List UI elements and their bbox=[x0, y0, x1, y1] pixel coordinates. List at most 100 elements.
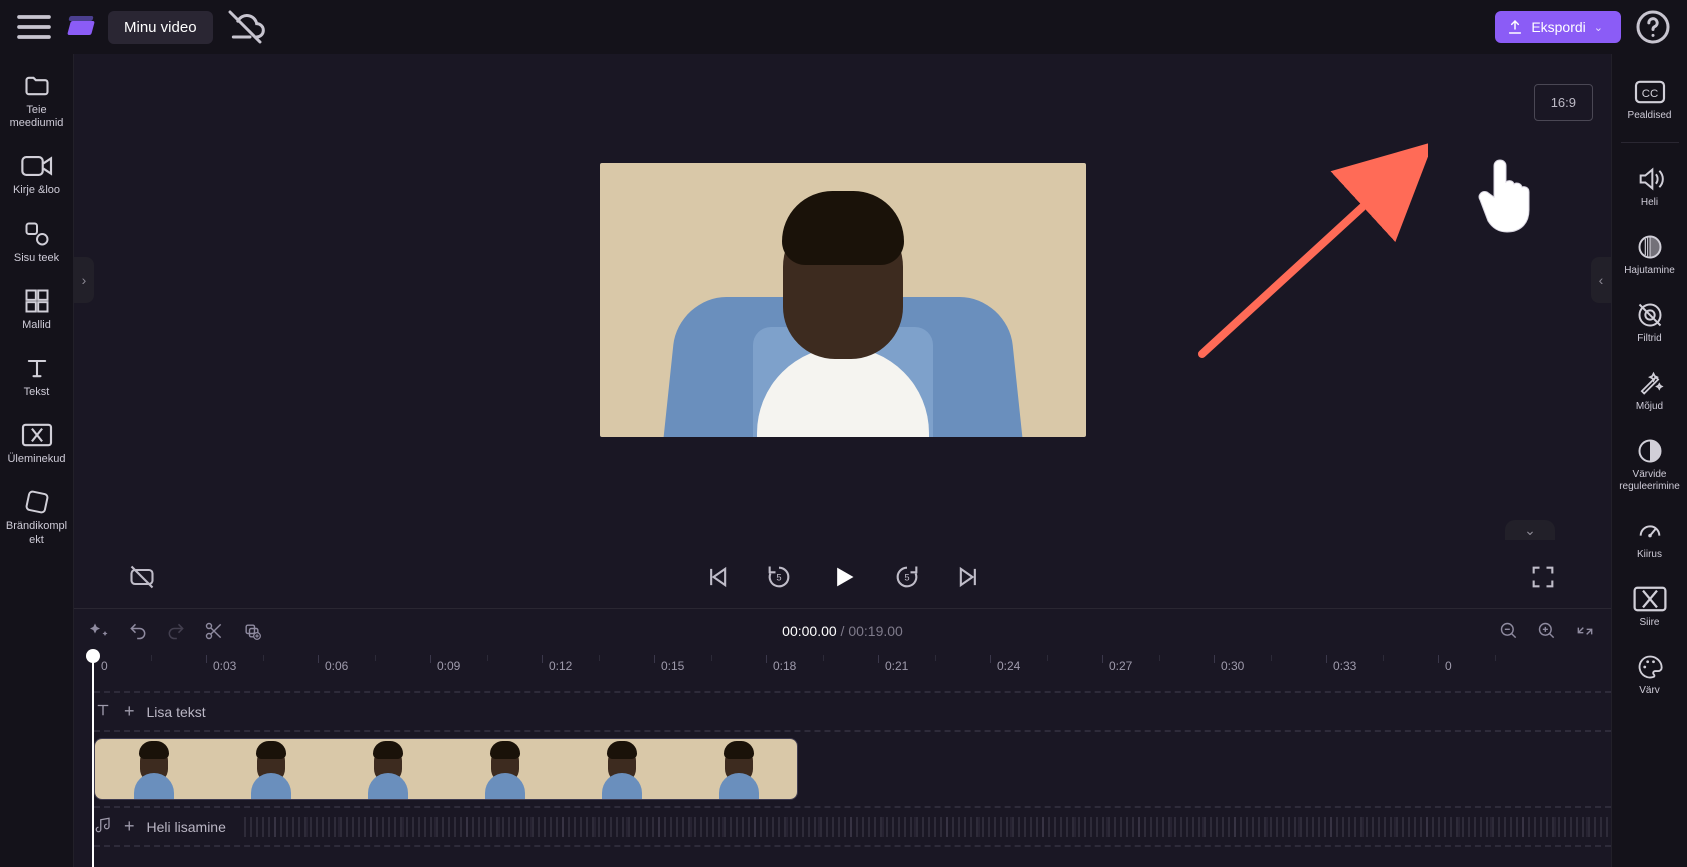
fit-timeline-button[interactable] bbox=[1575, 621, 1595, 641]
right-item-captions[interactable]: CC Pealdised bbox=[1616, 70, 1684, 130]
right-item-filters[interactable]: Filtrid bbox=[1616, 293, 1684, 353]
ruler-tick-label: 0:09 bbox=[437, 659, 460, 673]
rewind-5s-button[interactable]: 5 bbox=[765, 563, 793, 591]
ruler-tick: 0:18 bbox=[766, 655, 878, 663]
text-icon bbox=[5, 354, 69, 382]
fit-icon bbox=[1575, 621, 1595, 641]
forward-5s-button[interactable]: 5 bbox=[893, 563, 921, 591]
plus-icon: + bbox=[124, 701, 135, 722]
playhead[interactable] bbox=[86, 649, 100, 663]
sidebar-item-content-library[interactable]: Sisu teek bbox=[3, 212, 71, 273]
skip-forward-button[interactable] bbox=[955, 563, 983, 591]
right-item-label: Värv bbox=[1618, 685, 1682, 697]
right-item-effects[interactable]: Mõjud bbox=[1616, 361, 1684, 421]
fullscreen-button[interactable] bbox=[1529, 563, 1557, 591]
sidebar-item-label: Brändikomplekt bbox=[5, 520, 69, 546]
help-circle-icon bbox=[1633, 7, 1673, 47]
sidebar-item-transitions[interactable]: Üleminekud bbox=[3, 413, 71, 474]
cloud-off-icon bbox=[225, 7, 265, 47]
menu-button[interactable] bbox=[14, 7, 54, 47]
svg-text:5: 5 bbox=[776, 573, 781, 583]
visibility-off-button[interactable] bbox=[225, 7, 265, 47]
text-track[interactable]: + Lisa tekst bbox=[94, 693, 1611, 730]
ruler-tick-label: 0 bbox=[1445, 659, 1452, 673]
ruler-tick-label: 0:03 bbox=[213, 659, 236, 673]
right-item-transition[interactable]: Siire bbox=[1616, 577, 1684, 637]
ruler-tick-label: 0:18 bbox=[773, 659, 796, 673]
sidebar-item-record[interactable]: Kirje &loo bbox=[3, 144, 71, 205]
zoom-in-button[interactable] bbox=[1537, 621, 1557, 641]
folder-icon bbox=[5, 72, 69, 100]
right-item-color-adjust[interactable]: Värvide reguleerimine bbox=[1616, 429, 1684, 501]
audio-waveform bbox=[244, 817, 1611, 837]
ruler-tick-label: 0:21 bbox=[885, 659, 908, 673]
timecode-display: 00:00.00 / 00:19.00 bbox=[782, 623, 903, 639]
ruler-tick: 0:09 bbox=[430, 655, 542, 663]
hamburger-icon bbox=[14, 7, 54, 47]
right-item-label: Pealdised bbox=[1618, 110, 1682, 122]
sidebar-item-brandkit[interactable]: Brändikomplekt bbox=[3, 480, 71, 554]
speaker-icon bbox=[1618, 165, 1682, 193]
ruler-tick: 0:33 bbox=[1326, 655, 1438, 663]
sparkle-icon bbox=[90, 621, 110, 641]
skip-back-button[interactable] bbox=[703, 563, 731, 591]
ruler-tick: 0:06 bbox=[318, 655, 430, 663]
ruler-tick: 0:30 bbox=[1214, 655, 1326, 663]
redo-button[interactable] bbox=[166, 621, 186, 641]
ruler-tick-label: 0 bbox=[101, 659, 108, 673]
split-button[interactable] bbox=[204, 621, 224, 641]
annotation-arrow-icon bbox=[1196, 128, 1428, 360]
play-icon bbox=[827, 563, 859, 591]
app-logo-icon bbox=[66, 15, 96, 39]
skip-forward-icon bbox=[955, 563, 983, 591]
chevron-down-icon: ⌄ bbox=[1594, 21, 1603, 34]
expand-right-panel-button[interactable]: ‹ bbox=[1591, 257, 1611, 303]
timeline-toolbar: 00:00.00 / 00:19.00 bbox=[74, 609, 1611, 653]
right-item-fade[interactable]: Hajutamine bbox=[1616, 225, 1684, 285]
ruler-tick: 0:03 bbox=[206, 655, 318, 663]
sidebar-item-templates[interactable]: Mallid bbox=[3, 279, 71, 340]
auto-compose-button[interactable] bbox=[90, 621, 110, 641]
collapse-timeline-button[interactable]: ⌄ bbox=[1505, 520, 1555, 540]
copy-plus-icon bbox=[242, 621, 262, 641]
right-item-color[interactable]: Värv bbox=[1616, 645, 1684, 705]
audio-track[interactable]: + Heli lisamine bbox=[94, 808, 1611, 845]
duplicate-button[interactable] bbox=[242, 621, 262, 641]
help-button[interactable] bbox=[1633, 7, 1673, 47]
right-item-speed[interactable]: Kiirus bbox=[1616, 509, 1684, 569]
duration-time: 00:19.00 bbox=[848, 623, 903, 639]
ruler[interactable]: 00:030:060:090:120:150:180:210:240:270:3… bbox=[74, 653, 1611, 683]
play-button[interactable] bbox=[827, 563, 859, 591]
right-item-audio[interactable]: Heli bbox=[1616, 157, 1684, 217]
player-controls: 5 5 bbox=[74, 546, 1611, 608]
preview-canvas[interactable] bbox=[600, 163, 1086, 437]
sidebar-item-text[interactable]: Tekst bbox=[3, 346, 71, 407]
undo-icon bbox=[128, 621, 148, 641]
ruler-tick: 0:15 bbox=[654, 655, 766, 663]
left-rail: Teie meediumid Kirje &loo Sisu teek Mall… bbox=[0, 54, 74, 867]
aspect-ratio-button[interactable]: 16:9 bbox=[1534, 84, 1593, 121]
sidebar-item-label: Tekst bbox=[5, 386, 69, 399]
ruler-tick-label: 0:24 bbox=[997, 659, 1020, 673]
sidebar-item-label: Üleminekud bbox=[5, 453, 69, 466]
ruler-tick-label: 0:27 bbox=[1109, 659, 1132, 673]
project-title[interactable]: Minu video bbox=[108, 11, 213, 44]
expand-left-panel-button[interactable]: › bbox=[74, 257, 94, 303]
top-bar: Minu video Ekspordi ⌄ bbox=[0, 0, 1687, 54]
undo-button[interactable] bbox=[128, 621, 148, 641]
safe-zone-toggle-button[interactable] bbox=[128, 563, 156, 591]
zoom-out-button[interactable] bbox=[1499, 621, 1519, 641]
video-clip[interactable] bbox=[94, 738, 798, 800]
current-time: 00:00.00 bbox=[782, 623, 837, 639]
sidebar-item-media[interactable]: Teie meediumid bbox=[3, 64, 71, 138]
templates-icon bbox=[5, 287, 69, 315]
right-item-label: Hajutamine bbox=[1618, 265, 1682, 277]
export-button[interactable]: Ekspordi ⌄ bbox=[1495, 11, 1621, 43]
transition-icon bbox=[1618, 585, 1682, 613]
right-item-label: Filtrid bbox=[1618, 333, 1682, 345]
timeline-panel: 00:00.00 / 00:19.00 00:030:060:090:120:1… bbox=[74, 608, 1611, 867]
camera-icon bbox=[5, 152, 69, 180]
zoom-in-icon bbox=[1537, 621, 1557, 641]
captions-icon: CC bbox=[1618, 78, 1682, 106]
skip-back-icon bbox=[703, 563, 731, 591]
